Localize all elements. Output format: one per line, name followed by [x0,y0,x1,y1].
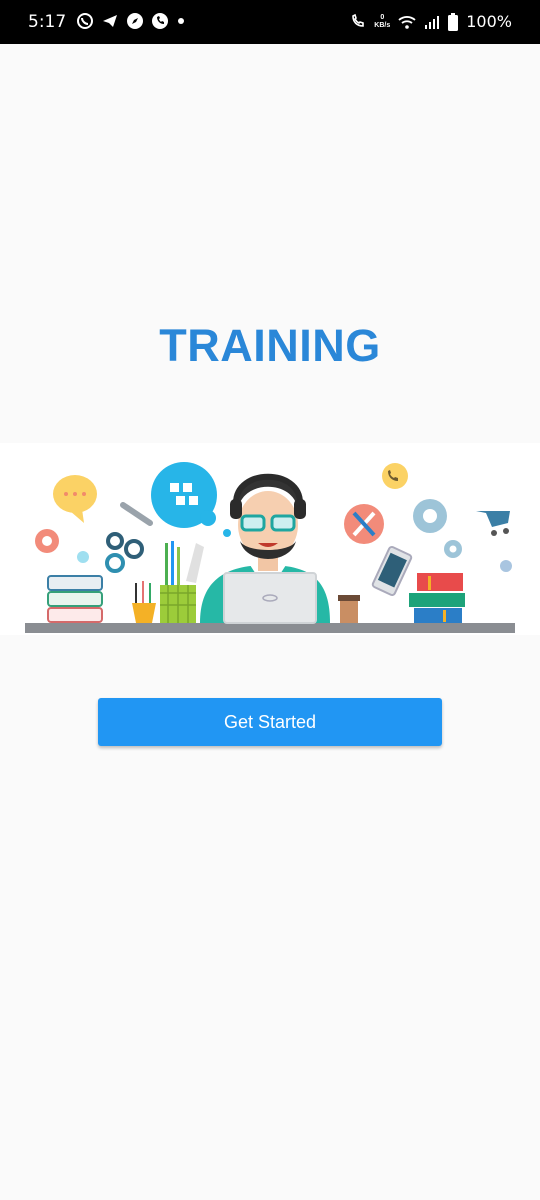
dot-icon [178,18,184,24]
page-title: TRAINING [159,320,381,371]
phone-app-icon [152,13,168,29]
books-right-icon [409,573,465,623]
notification-icons [76,12,186,30]
ruler-cup-icon [160,541,204,623]
compass-icon [127,13,143,29]
training-illustration [0,443,540,635]
gear-large-icon [413,499,447,533]
tools-icon [344,504,384,544]
pencil-cup-icon [132,581,156,623]
status-bar: 5:17 0 KB/s 100% [0,0,540,44]
telegram-icon [103,15,117,27]
wrench-icon [120,502,153,526]
laptop-icon [223,572,317,624]
data-speed-value: 0 [380,13,385,21]
coffee-cup-icon [338,595,360,623]
data-speed-unit: KB/s [374,21,391,29]
signal-icon [425,15,440,29]
gear-small-icon [444,540,462,558]
get-started-button[interactable]: Get Started [98,698,442,746]
phone-bubble-icon [382,463,408,489]
status-time: 5:17 [28,12,67,32]
system-icons: 0 KB/s 100% [350,12,512,31]
gear-icon [35,529,59,553]
app-bubble-icon [151,462,217,528]
books-stack-icon [47,575,103,623]
wifi-icon [398,15,416,29]
battery-percent: 100% [466,12,512,31]
smartphone-icon [371,545,413,597]
battery-icon [448,12,459,31]
gears-cluster-icon [105,532,144,573]
whatsapp-icon [77,13,93,29]
wifi-calling-icon [352,13,365,27]
cart-icon [476,511,510,536]
chat-bubble-icon [53,475,97,523]
data-speed: 0 KB/s [374,14,390,30]
